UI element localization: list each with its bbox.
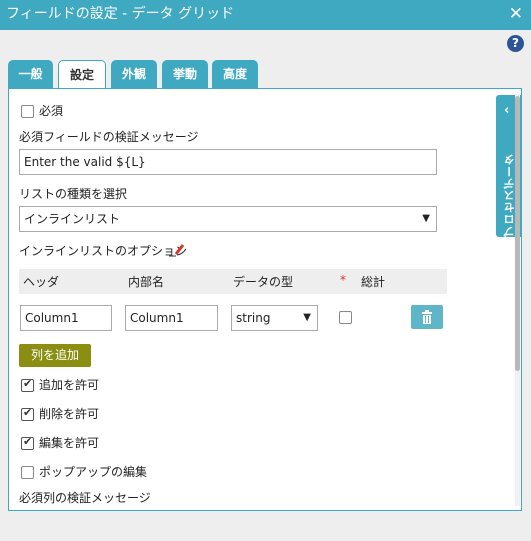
- allow-add-checkbox[interactable]: [21, 377, 34, 392]
- dialog-titlebar: フィールドの設定 - データ グリッド ✕: [0, 0, 531, 30]
- row-data-type-select[interactable]: string ▼: [231, 305, 318, 331]
- allow-edit-label: 編集を許可: [39, 436, 100, 450]
- add-column-button[interactable]: 列を追加: [19, 344, 91, 367]
- tab-general[interactable]: 一般: [8, 60, 53, 88]
- grid-header-internal-name: 内部名: [128, 275, 165, 289]
- required-star: *: [340, 273, 346, 287]
- row-internal-name-input[interactable]: Column1: [125, 305, 218, 331]
- scrollbar-thumb[interactable]: [515, 96, 520, 371]
- chevron-left-icon: ‹: [504, 103, 510, 118]
- help-icon[interactable]: ?: [507, 35, 524, 52]
- list-type-select[interactable]: インラインリスト ▼: [19, 206, 437, 232]
- pencil-icon[interactable]: [169, 243, 185, 257]
- delete-row-button[interactable]: [411, 305, 443, 329]
- grid-header-data-type: データの型: [233, 275, 294, 289]
- allow-delete-label: 削除を許可: [39, 407, 100, 421]
- inline-options-label: インラインリストのオプション: [19, 244, 188, 258]
- grid-header-total: 総計: [361, 275, 386, 289]
- close-icon[interactable]: ✕: [509, 2, 523, 26]
- tab-behavior[interactable]: 挙動: [162, 60, 208, 88]
- allow-add-label: 追加を許可: [39, 378, 100, 392]
- popup-edit-checkbox[interactable]: [21, 466, 34, 479]
- dropdown-arrow-icon: ▼: [422, 213, 430, 224]
- grid-header-row: ヘッダ 内部名 データの型 * 総計: [19, 269, 447, 294]
- list-type-label: リストの種類を選択: [19, 187, 128, 201]
- allow-delete-checkbox[interactable]: [21, 406, 34, 421]
- tab-settings[interactable]: 設定: [58, 60, 106, 89]
- allow-edit-checkbox[interactable]: [21, 435, 34, 450]
- vertical-scrollbar[interactable]: [515, 94, 520, 506]
- grid-header-header: ヘッダ: [23, 275, 60, 289]
- tab-appearance[interactable]: 外観: [111, 60, 157, 88]
- row-header-input[interactable]: Column1: [20, 305, 112, 331]
- validation-message-input[interactable]: Enter the valid ${L}: [19, 149, 437, 175]
- required-label: 必須: [39, 104, 64, 118]
- validation-message-label: 必須フィールドの検証メッセージ: [19, 130, 199, 144]
- dialog-title: フィールドの設定 - データ グリッド: [6, 6, 235, 22]
- required-column-message-label: 必須列の検証メッセージ: [19, 491, 151, 505]
- row-data-type-value: string: [236, 311, 271, 325]
- settings-panel: 必須 必須フィールドの検証メッセージ Enter the valid ${L} …: [8, 88, 522, 511]
- row-total-checkbox[interactable]: [339, 311, 352, 324]
- list-type-value: インラインリスト: [24, 212, 121, 226]
- dropdown-arrow-icon: ▼: [303, 312, 311, 323]
- popup-edit-label: ポップアップの編集: [39, 465, 148, 479]
- trash-icon: [422, 310, 432, 324]
- required-checkbox[interactable]: [21, 105, 34, 118]
- tab-advanced[interactable]: 高度: [212, 60, 258, 88]
